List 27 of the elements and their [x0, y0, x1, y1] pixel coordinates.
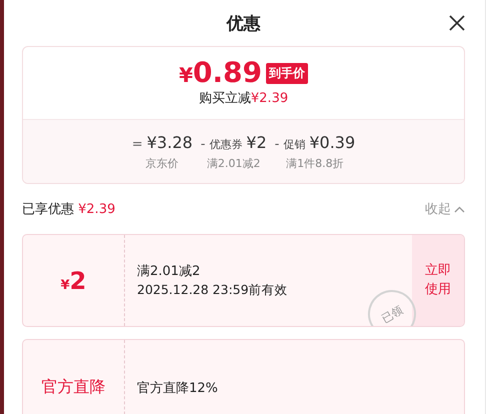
coupon-title: 满2.01减2: [137, 263, 202, 280]
term-value: ¥0.39: [309, 132, 356, 152]
final-price: ¥0.89: [178, 59, 262, 87]
term-value: ¥3.28: [146, 132, 193, 152]
term-caption: 满2.01减2: [206, 156, 260, 170]
close-icon[interactable]: [449, 15, 465, 31]
enjoyed-label: 已享优惠: [22, 202, 74, 217]
term-value: ¥2: [246, 132, 267, 152]
operator: -: [274, 136, 280, 152]
term-caption: 京东价: [146, 156, 179, 170]
discount-name: 官方直降: [42, 377, 106, 398]
chevron-icon: [454, 206, 465, 212]
operator: =: [132, 136, 143, 152]
term-caption: 满1件8.8折: [286, 156, 344, 170]
saving-amount: ¥2.39: [250, 91, 288, 106]
price-badge: 到手价: [266, 62, 308, 84]
enjoyed-amount: ¥2.39: [78, 202, 116, 217]
dialog-title: 优惠: [226, 12, 260, 34]
operator: -: [200, 136, 206, 152]
use-now-button[interactable]: 立即使用: [412, 235, 464, 326]
discount-title: 官方直降12%: [137, 380, 219, 396]
collapse-toggle[interactable]: 收起: [425, 200, 465, 218]
coupon-validity: 2025.12.28 23:59前有效: [137, 282, 289, 299]
term-label: 促销: [283, 136, 306, 152]
coupon-amount: ¥2: [60, 266, 86, 294]
term-label: 优惠券: [209, 136, 242, 152]
saving-label: 购买立减: [198, 91, 251, 106]
